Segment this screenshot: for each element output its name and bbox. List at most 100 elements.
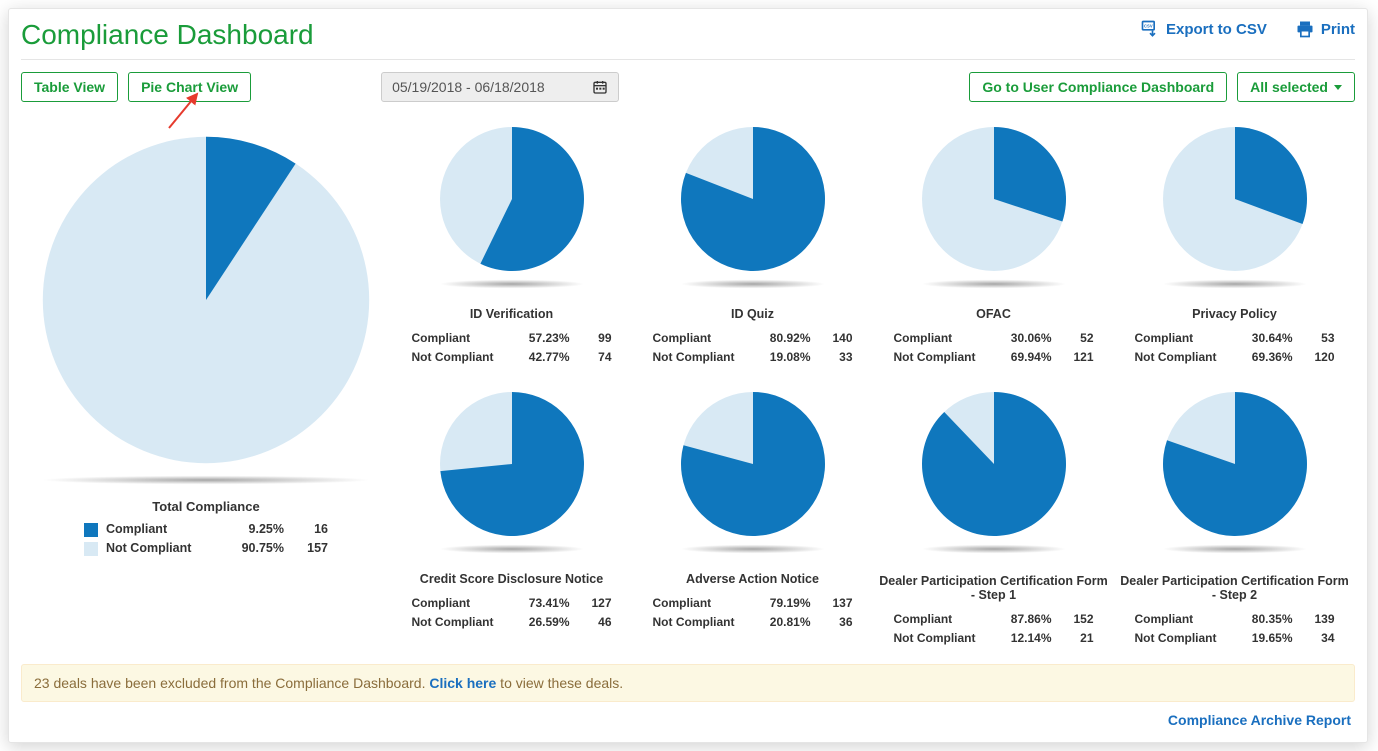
not-compliant-count: 46 (578, 613, 612, 632)
compliant-pct: 80.35% (1239, 610, 1293, 629)
compliant-label: Compliant (106, 520, 218, 539)
chart-title: Privacy Policy (1120, 307, 1349, 323)
not-compliant-pct: 69.36% (1239, 348, 1293, 367)
compliant-label: Compliant (894, 610, 990, 629)
chart-legend: Compliant 73.41% 127 Not Compliant 26.59… (412, 594, 612, 632)
mini-pie[interactable] (1160, 389, 1310, 539)
not-compliant-pct: 90.75% (226, 539, 284, 558)
chart-title: ID Verification (397, 307, 626, 323)
compliant-label: Compliant (412, 594, 508, 613)
compliant-count: 140 (819, 329, 853, 348)
goto-user-dashboard-button[interactable]: Go to User Compliance Dashboard (969, 72, 1227, 102)
mini-pie[interactable] (919, 389, 1069, 539)
not-compliant-pct: 26.59% (516, 613, 570, 632)
mini-pie[interactable] (678, 124, 828, 274)
chart-legend: Compliant 80.92% 140 Not Compliant 19.08… (653, 329, 853, 367)
not-compliant-label: Not Compliant (1135, 348, 1231, 367)
filter-dropdown-label: All selected (1250, 79, 1328, 95)
mini-pie[interactable] (437, 389, 587, 539)
chart-legend: Compliant 79.19% 137 Not Compliant 20.81… (653, 594, 853, 632)
chart-cell: OFAC Compliant 30.06% 52 Not Compliant 6… (873, 112, 1114, 377)
not-compliant-pct: 19.08% (757, 348, 811, 367)
table-view-button[interactable]: Table View (21, 72, 118, 102)
mini-pie[interactable] (919, 124, 1069, 274)
chart-title: Dealer Participation Certification Form … (1120, 572, 1349, 604)
date-range-picker[interactable]: 05/19/2018 - 06/18/2018 (381, 72, 619, 102)
chart-cell: ID Verification Compliant 57.23% 99 Not … (391, 112, 632, 377)
mini-pie[interactable] (437, 124, 587, 274)
alert-text-post: to view these deals. (496, 675, 623, 691)
chart-cell: Privacy Policy Compliant 30.64% 53 Not C… (1114, 112, 1355, 377)
compliant-pct: 87.86% (998, 610, 1052, 629)
not-compliant-count: 21 (1060, 629, 1094, 648)
total-compliance-panel: Total Compliance Compliant 9.25% 16 Not … (21, 112, 391, 658)
chart-title: ID Quiz (638, 307, 867, 323)
not-compliant-pct: 12.14% (998, 629, 1052, 648)
not-compliant-label: Not Compliant (653, 348, 749, 367)
compliant-label: Compliant (894, 329, 990, 348)
header-actions: CSV Export to CSV Print (1140, 19, 1355, 39)
compliant-label: Compliant (653, 329, 749, 348)
not-compliant-count: 74 (578, 348, 612, 367)
not-compliant-label: Not Compliant (894, 348, 990, 367)
compliant-pct: 30.06% (998, 329, 1052, 348)
compliant-count: 152 (1060, 610, 1094, 629)
chart-legend: Compliant 80.35% 139 Not Compliant 19.65… (1135, 610, 1335, 648)
chart-cell: ID Quiz Compliant 80.92% 140 Not Complia… (632, 112, 873, 377)
not-compliant-label: Not Compliant (412, 348, 508, 367)
compliant-swatch (84, 523, 98, 537)
compliance-archive-report-link[interactable]: Compliance Archive Report (21, 702, 1355, 730)
not-compliant-pct: 69.94% (998, 348, 1052, 367)
compliant-count: 16 (292, 520, 328, 539)
excluded-deals-alert: 23 deals have been excluded from the Com… (21, 664, 1355, 702)
mini-pie[interactable] (678, 389, 828, 539)
pie-shadow (437, 544, 587, 553)
compliant-pct: 80.92% (757, 329, 811, 348)
chart-cell: Dealer Participation Certification Form … (1114, 377, 1355, 658)
total-compliance-pie[interactable] (36, 130, 376, 470)
not-compliant-count: 33 (819, 348, 853, 367)
not-compliant-count: 120 (1301, 348, 1335, 367)
compliant-pct: 9.25% (226, 520, 284, 539)
toolbar: Table View Pie Chart View 05/19/2018 - 0… (21, 60, 1355, 112)
pie-shadow (919, 544, 1069, 553)
compliant-count: 99 (578, 329, 612, 348)
chart-title: OFAC (879, 307, 1108, 323)
compliant-label: Compliant (653, 594, 749, 613)
compliant-pct: 79.19% (757, 594, 811, 613)
charts-grid: ID Verification Compliant 57.23% 99 Not … (391, 112, 1355, 658)
svg-text:CSV: CSV (1144, 23, 1153, 28)
pie-shadow (919, 279, 1069, 288)
compliant-pct: 30.64% (1239, 329, 1293, 348)
alert-link[interactable]: Click here (429, 675, 496, 691)
not-compliant-pct: 20.81% (757, 613, 811, 632)
export-csv-icon: CSV (1140, 19, 1160, 39)
content-area: Total Compliance Compliant 9.25% 16 Not … (21, 112, 1355, 658)
print-label: Print (1321, 21, 1355, 38)
dashboard-panel: Compliance Dashboard CSV Export to CSV P… (8, 8, 1368, 743)
compliant-count: 127 (578, 594, 612, 613)
chevron-down-icon (1334, 85, 1342, 90)
compliant-label: Compliant (412, 329, 508, 348)
print-button[interactable]: Print (1295, 19, 1355, 39)
chart-legend: Compliant 57.23% 99 Not Compliant 42.77%… (412, 329, 612, 367)
chart-legend: Compliant 30.06% 52 Not Compliant 69.94%… (894, 329, 1094, 367)
compliant-pct: 57.23% (516, 329, 570, 348)
chart-cell: Credit Score Disclosure Notice Compliant… (391, 377, 632, 658)
date-range-value: 05/19/2018 - 06/18/2018 (392, 79, 545, 95)
not-compliant-count: 121 (1060, 348, 1094, 367)
pie-shadow (678, 279, 828, 288)
chart-title: Dealer Participation Certification Form … (879, 572, 1108, 604)
compliant-count: 139 (1301, 610, 1335, 629)
pie-chart-view-button[interactable]: Pie Chart View (128, 72, 251, 102)
not-compliant-label: Not Compliant (412, 613, 508, 632)
print-icon (1295, 19, 1315, 39)
mini-pie[interactable] (1160, 124, 1310, 274)
compliant-label: Compliant (1135, 329, 1231, 348)
page-title: Compliance Dashboard (21, 19, 314, 51)
compliant-label: Compliant (1135, 610, 1231, 629)
export-csv-button[interactable]: CSV Export to CSV (1140, 19, 1267, 39)
calendar-icon (592, 79, 608, 95)
filter-dropdown[interactable]: All selected (1237, 72, 1355, 102)
chart-title: Credit Score Disclosure Notice (397, 572, 626, 588)
